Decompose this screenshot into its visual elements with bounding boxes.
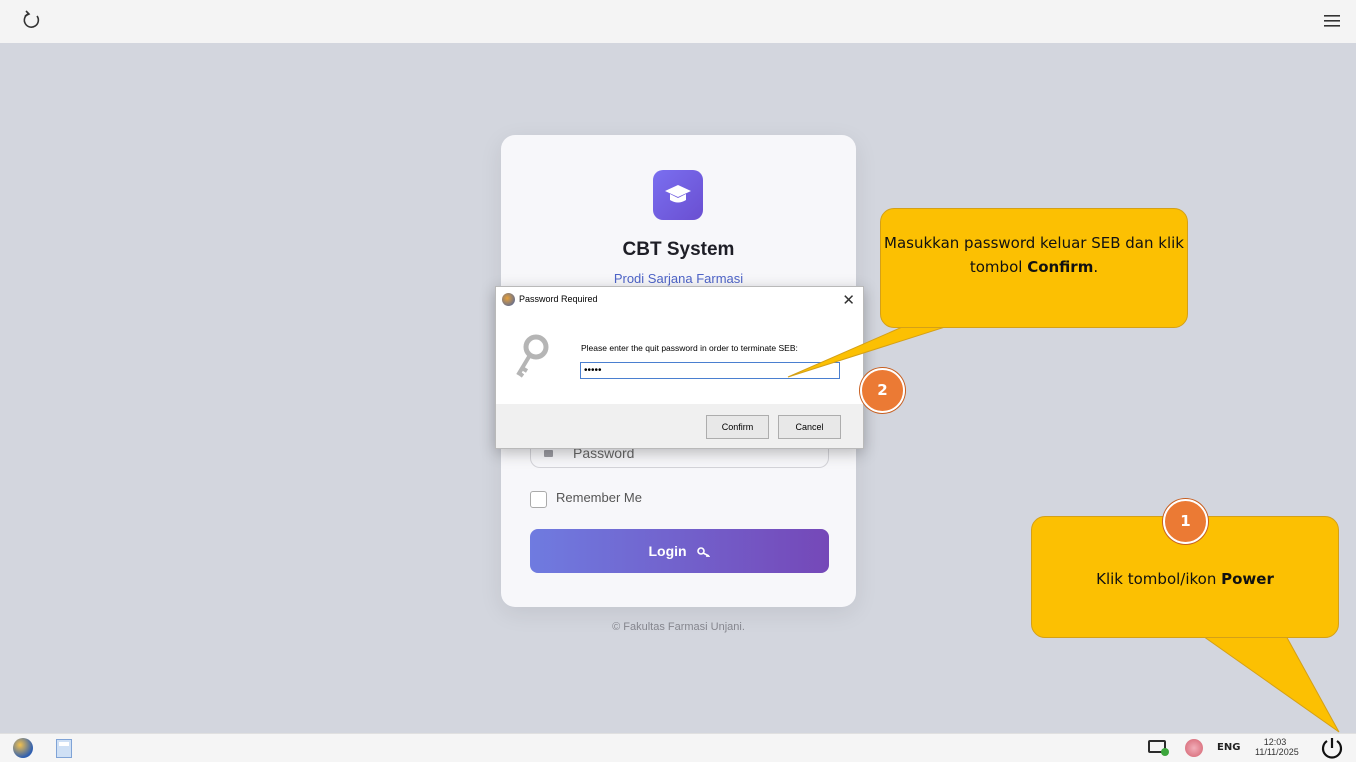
callout-2-end: . bbox=[1093, 258, 1099, 276]
hamburger-menu-icon[interactable] bbox=[1322, 11, 1344, 31]
dialog-title: Password Required bbox=[519, 294, 598, 304]
login-button-label: Login bbox=[648, 543, 687, 559]
step-badge-1: 1 bbox=[1163, 499, 1208, 544]
dialog-body: Please enter the quit password in order … bbox=[496, 313, 863, 404]
remember-me-label: Remember Me bbox=[556, 490, 642, 505]
reload-icon[interactable] bbox=[22, 10, 42, 30]
seb-taskbar-icon[interactable] bbox=[13, 738, 33, 758]
confirm-button[interactable]: Confirm bbox=[706, 415, 769, 439]
top-toolbar bbox=[0, 0, 1356, 43]
key-icon bbox=[516, 334, 549, 378]
login-button[interactable]: Login bbox=[530, 529, 829, 573]
cancel-button[interactable]: Cancel bbox=[778, 415, 841, 439]
language-indicator[interactable]: ENG bbox=[1217, 742, 1240, 753]
password-required-dialog: Password Required ✕ Please enter the qui… bbox=[495, 286, 864, 449]
close-icon[interactable]: ✕ bbox=[842, 291, 855, 309]
network-status-dot bbox=[1161, 748, 1169, 756]
app-title: CBT System bbox=[622, 239, 735, 260]
app-subtitle: Prodi Sarjana Farmasi bbox=[613, 271, 744, 286]
clock: 12:03 11/11/2025 bbox=[1255, 737, 1299, 757]
volume-icon[interactable] bbox=[1185, 739, 1203, 757]
lock-icon bbox=[544, 450, 553, 457]
callout-1-bold: Power bbox=[1221, 570, 1274, 588]
copyright-text: © Fakultas Farmasi Unjani. bbox=[612, 621, 745, 633]
callout-step-2: Masukkan password keluar SEB dan klik to… bbox=[880, 208, 1188, 328]
step-badge-2: 2 bbox=[860, 368, 905, 413]
power-icon[interactable] bbox=[1320, 736, 1344, 760]
calculator-icon[interactable] bbox=[56, 739, 72, 758]
quit-password-input[interactable]: ••••• bbox=[580, 362, 840, 379]
dialog-titlebar: Password Required ✕ bbox=[496, 287, 863, 313]
dialog-prompt: Please enter the quit password in order … bbox=[581, 343, 798, 353]
clock-time: 12:03 bbox=[1263, 737, 1287, 747]
taskbar: ENG 12:03 11/11/2025 bbox=[0, 733, 1356, 762]
callout-1-text-part: Klik tombol/ikon bbox=[1096, 570, 1222, 588]
key-icon bbox=[696, 547, 710, 558]
callout-2-bold: Confirm bbox=[1027, 258, 1094, 276]
callout-1-text: Klik tombol/ikon Power bbox=[1032, 570, 1338, 588]
app-logo bbox=[653, 170, 703, 220]
remember-me-checkbox[interactable] bbox=[530, 491, 547, 508]
seb-icon bbox=[502, 293, 515, 306]
graduation-cap-icon bbox=[665, 185, 691, 203]
clock-date: 11/11/2025 bbox=[1255, 747, 1299, 757]
